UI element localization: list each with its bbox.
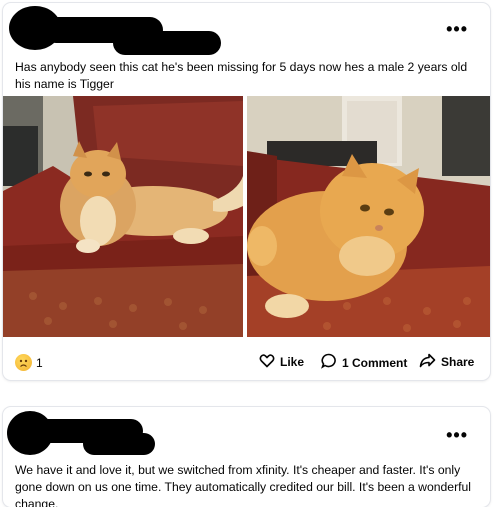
redacted-author-meta	[83, 433, 155, 455]
post-card: ••• Has anybody seen this cat he's been …	[3, 3, 490, 380]
post-options-button[interactable]: •••	[446, 426, 468, 444]
redacted-author-meta	[113, 31, 221, 55]
post-card: ••• We have it and love it, but we switc…	[3, 407, 490, 507]
share-label: Share	[441, 355, 475, 369]
reaction-count: 1	[36, 355, 43, 370]
thumbs-up-icon	[259, 353, 275, 371]
reaction-summary[interactable]: 1	[15, 354, 43, 371]
post-options-button[interactable]: •••	[446, 20, 468, 38]
post-action-bar: 1 Like 1 Comment Share	[3, 347, 490, 377]
post-photo-cat-left[interactable]	[3, 96, 243, 337]
share-arrow-icon	[419, 353, 436, 371]
post-photo-cat-right[interactable]	[247, 96, 490, 337]
post-text: We have it and love it, but we switched …	[15, 463, 472, 507]
share-button[interactable]: Share	[419, 353, 474, 371]
comment-bubble-icon	[321, 353, 337, 372]
post-text: Has anybody seen this cat he's been miss…	[15, 60, 468, 91]
like-button[interactable]: Like	[259, 353, 304, 371]
comment-count-label: 1 Comment	[342, 355, 408, 370]
sad-face-icon	[15, 354, 32, 371]
comment-button[interactable]: 1 Comment	[321, 353, 407, 372]
like-label: Like	[280, 355, 305, 369]
